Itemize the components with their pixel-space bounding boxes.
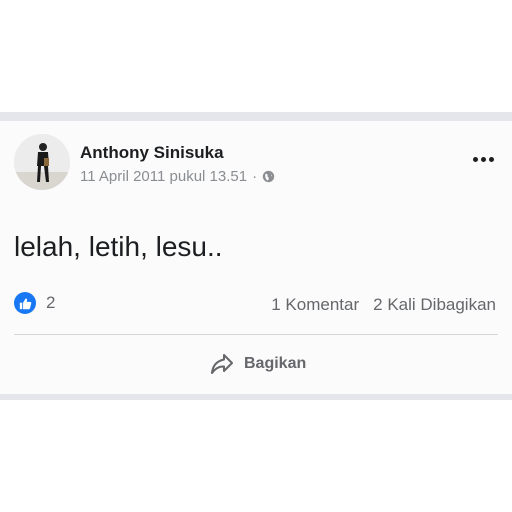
more-dot	[472, 156, 478, 162]
meta-separator: ·	[252, 168, 258, 185]
share-button-label: Bagikan	[244, 355, 307, 372]
share-button[interactable]: Bagikan	[210, 349, 306, 379]
reaction-count: 2	[46, 293, 56, 312]
avatar[interactable]	[14, 134, 70, 190]
post-text: lelah, letih, lesu..	[14, 231, 223, 262]
feed-divider-bottom	[0, 394, 512, 400]
more-dot	[488, 156, 494, 162]
author-name[interactable]: Anthony Sinisuka	[80, 143, 224, 163]
shares-count-link[interactable]: 2 Kali Dibagikan	[373, 295, 496, 315]
feed-divider-top	[0, 112, 512, 121]
share-icon	[211, 354, 233, 374]
action-bar-divider	[14, 334, 498, 335]
post-stats: 1 Komentar 2 Kali Dibagikan	[271, 295, 496, 315]
globe-icon	[262, 170, 275, 183]
reactions-summary[interactable]: 2	[14, 292, 55, 314]
post-timestamp[interactable]: 11 April 2011 pukul 13.51	[80, 168, 247, 185]
post-card: Anthony Sinisuka 11 April 2011 pukul 13.…	[0, 121, 512, 394]
avatar-image	[14, 134, 70, 190]
more-options-button[interactable]	[466, 149, 500, 169]
more-dot	[480, 156, 486, 162]
like-icon	[14, 292, 36, 314]
comments-count-link[interactable]: 1 Komentar	[271, 295, 359, 315]
post-meta: 11 April 2011 pukul 13.51 ·	[80, 168, 275, 185]
